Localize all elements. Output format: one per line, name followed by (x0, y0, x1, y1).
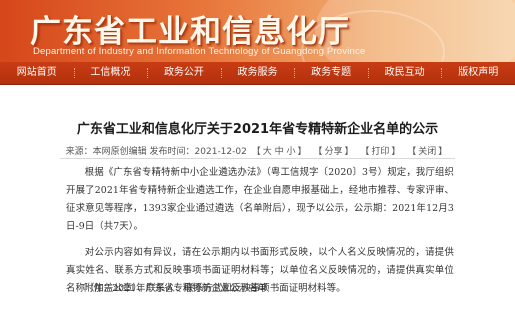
site-header-banner: 广东省工业和信息化厅 Department of Industry and In… (0, 0, 515, 62)
main-nav: 网站首页 工信概况 政务公开 政务服务 政务专题 政民互动 版权声明 (0, 62, 515, 85)
meta-source-date: 来源：本网原创编辑 发布时间：2021-12-02 (65, 147, 247, 157)
article-paragraph: 根据《广东省专精特新中小企业遴选办法》（粤工信规字〔2020〕3号）规定，我厅组… (66, 167, 454, 232)
article-title: 广东省工业和信息化厅关于2021年省专精特新企业名单的公示 (76, 122, 439, 137)
nav-item-interaction[interactable]: 政民互动 (367, 62, 442, 84)
print-link[interactable]: 打印 (371, 147, 389, 157)
nav-item-home[interactable]: 网站首页 (0, 62, 74, 84)
site-title: 广东省工业和信息化厅 (30, 14, 350, 50)
nav-item-services[interactable]: 政务服务 (220, 62, 295, 84)
nav-item-government-affairs[interactable]: 政务公开 (147, 62, 221, 84)
article-body: 根据《广东省专精特新中小企业遴选办法》（粤工信规字〔2020〕3号）规定，我厅组… (66, 164, 454, 298)
nav-item-topics[interactable]: 政务专题 (294, 62, 368, 84)
nav-item-overview[interactable]: 工信概况 (73, 62, 148, 84)
close-link[interactable]: 关闭 (418, 147, 436, 157)
font-size-large[interactable]: 大 (263, 147, 272, 157)
font-size-medium[interactable]: 中 (275, 147, 284, 157)
font-size-small[interactable]: 小 (287, 147, 296, 157)
attachment-link[interactable]: 附件：2021年广东省专精特新企业公示名单 (84, 280, 267, 294)
meta-divider (60, 158, 455, 159)
article-meta: 来源：本网原创编辑 发布时间：2021-12-02 【大 中 小】 【分享】 【… (65, 147, 448, 157)
share-link[interactable]: 分享 (324, 147, 342, 157)
nav-item-copyright[interactable]: 版权声明 (441, 62, 515, 84)
site-subtitle-english: Department of Industry and Information T… (33, 46, 366, 57)
